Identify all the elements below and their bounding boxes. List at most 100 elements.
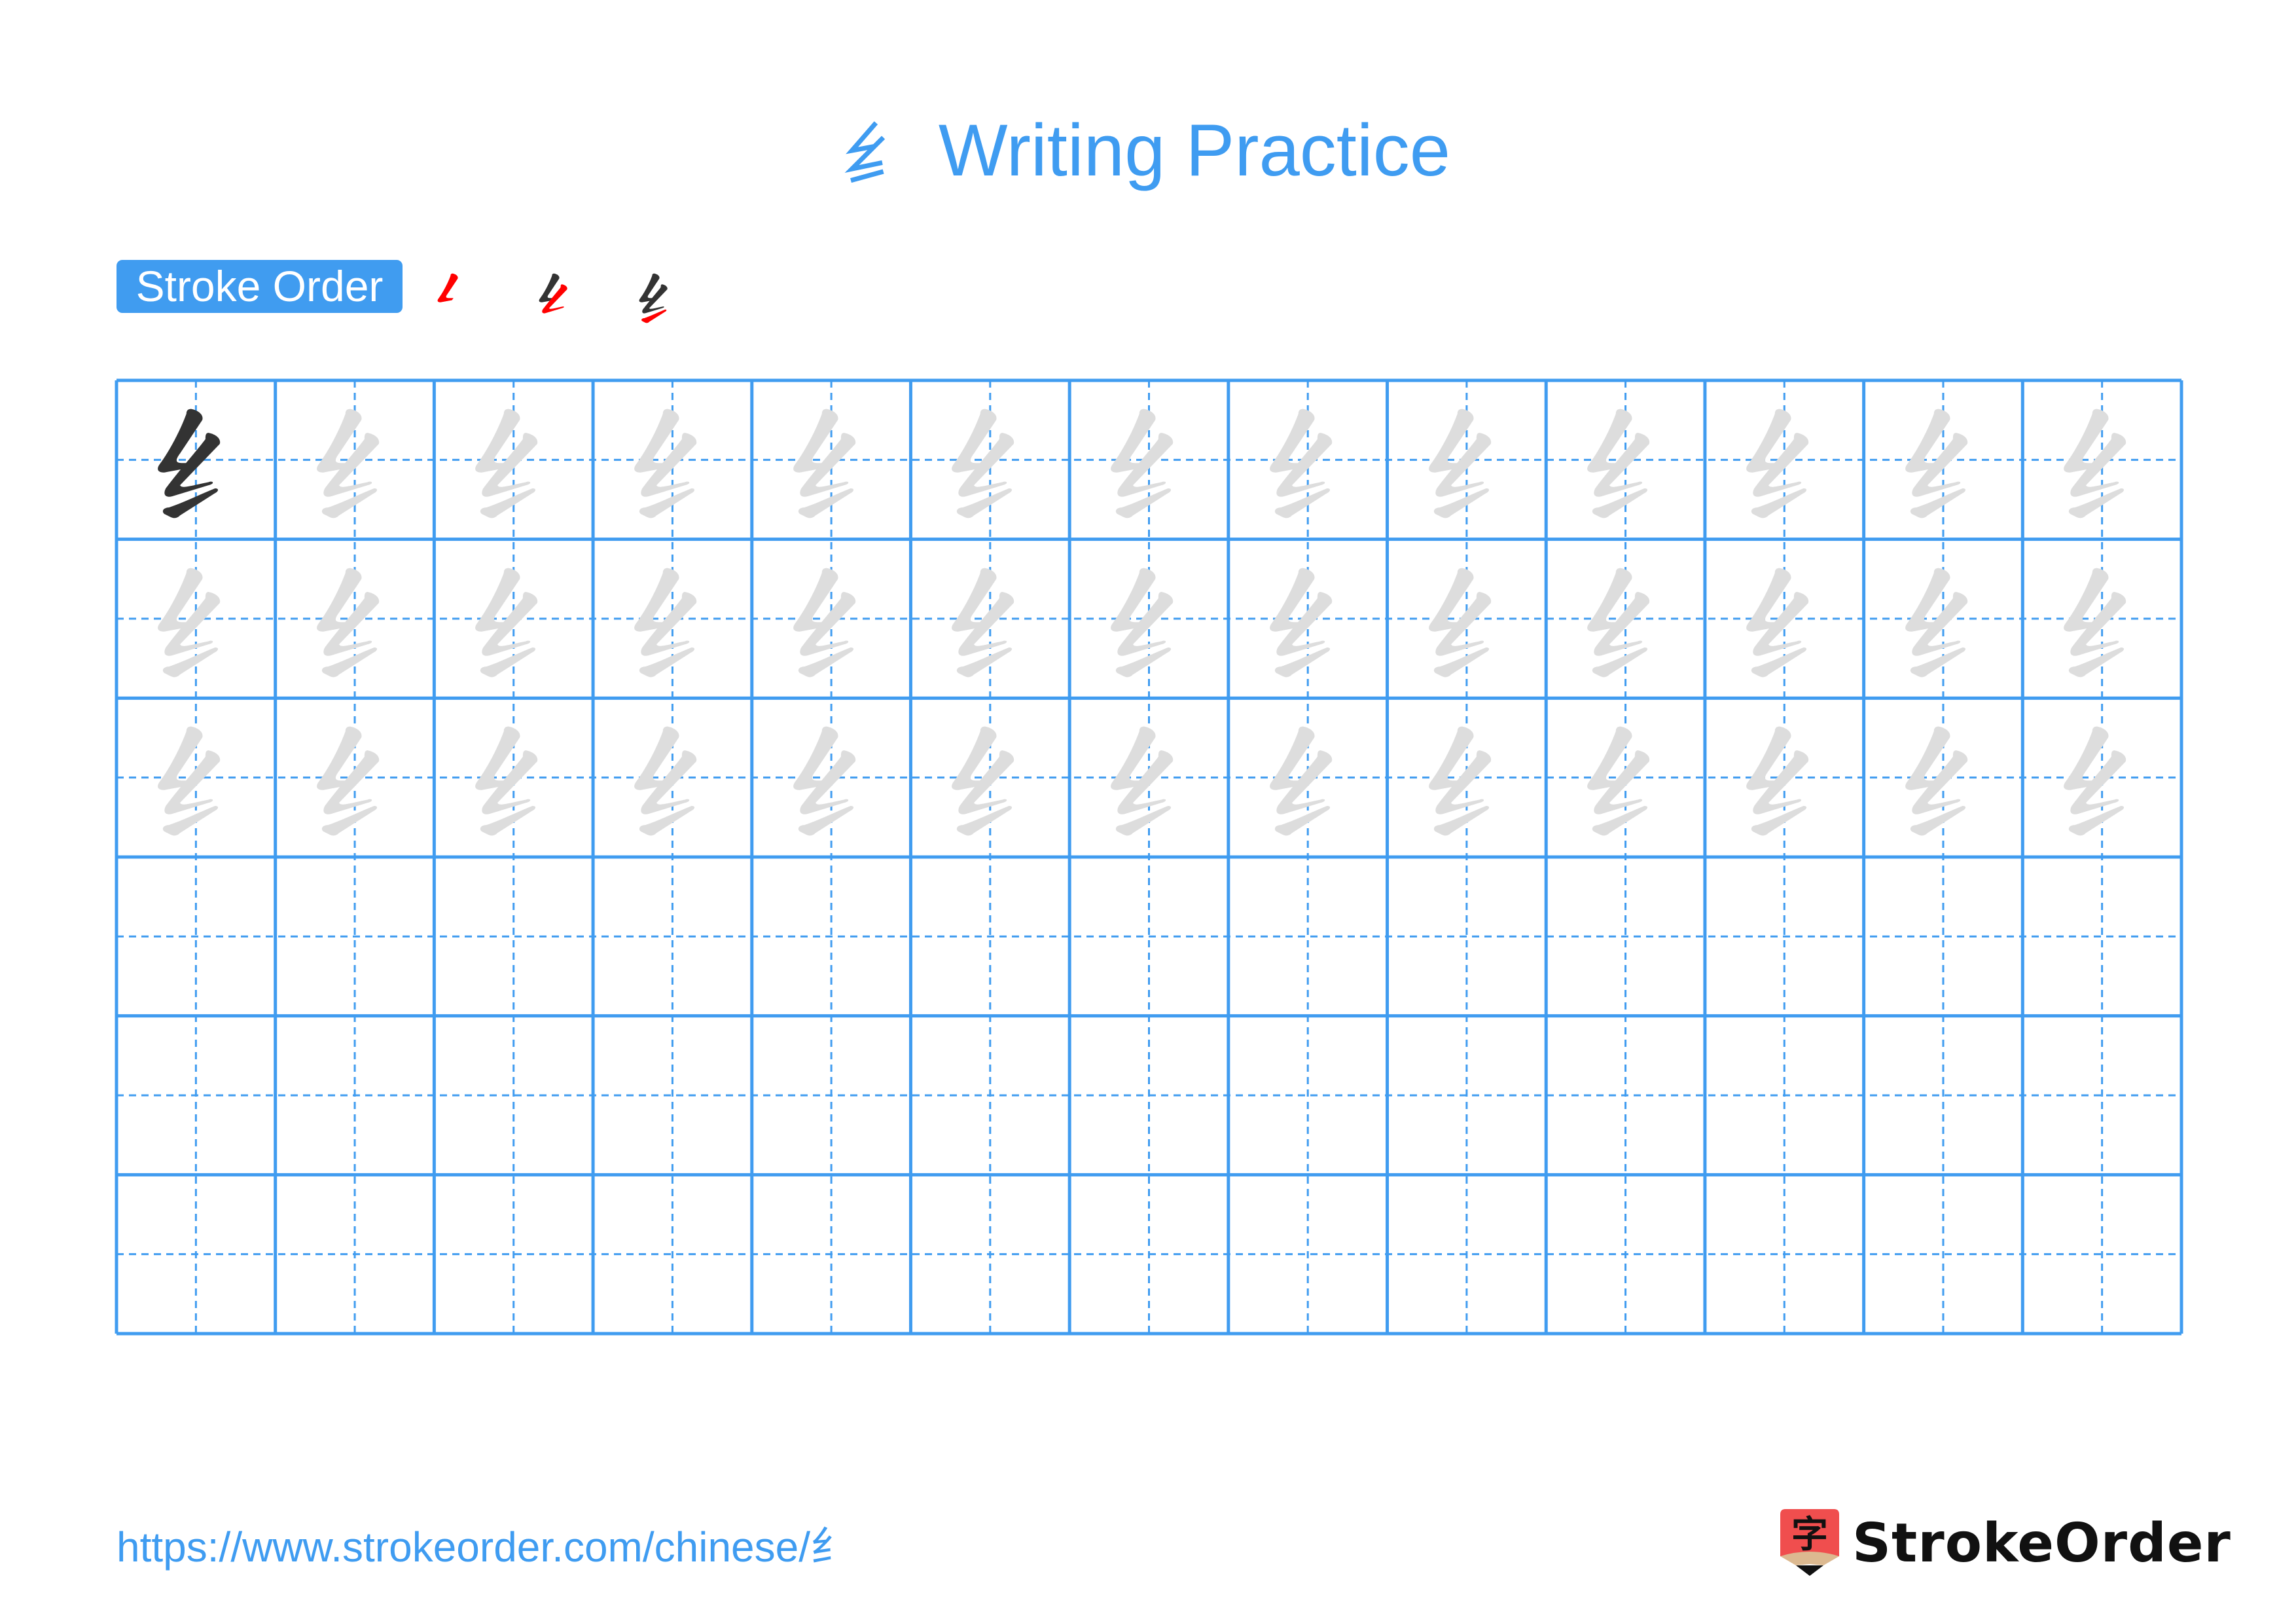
trace-character <box>952 727 1014 836</box>
practice-cell[interactable] <box>1705 539 1864 699</box>
trace-character <box>1428 568 1491 677</box>
practice-cell[interactable] <box>752 1175 911 1334</box>
practice-cell[interactable] <box>910 698 1069 857</box>
practice-cell[interactable] <box>1388 1016 1547 1175</box>
trace-character <box>475 727 538 836</box>
footer-url-link[interactable]: https://www.strokeorder.com/chinese/纟 <box>117 1518 852 1577</box>
practice-cell[interactable] <box>117 380 276 539</box>
practice-cell[interactable] <box>276 857 435 1016</box>
trace-character <box>1111 568 1174 677</box>
practice-cell[interactable] <box>117 857 276 1016</box>
practice-cell[interactable] <box>1388 539 1547 699</box>
practice-cell[interactable] <box>752 1016 911 1175</box>
practice-cell[interactable] <box>1069 1175 1229 1334</box>
practice-cell[interactable] <box>2022 539 2181 699</box>
practice-cell[interactable] <box>1705 857 1864 1016</box>
practice-cell[interactable] <box>593 539 752 699</box>
practice-cell[interactable] <box>1546 1175 1705 1334</box>
practice-cell[interactable] <box>593 380 752 539</box>
practice-cell[interactable] <box>1069 698 1229 857</box>
practice-cell[interactable] <box>1705 380 1864 539</box>
practice-cell[interactable] <box>1864 1175 2023 1334</box>
practice-cell[interactable] <box>1229 857 1388 1016</box>
practice-cell[interactable] <box>2022 698 2181 857</box>
practice-cell[interactable] <box>1229 380 1388 539</box>
practice-cell[interactable] <box>1229 539 1388 699</box>
practice-cell[interactable] <box>276 1016 435 1175</box>
trace-character <box>2064 409 2126 519</box>
practice-cell[interactable] <box>752 698 911 857</box>
practice-cell[interactable] <box>593 1175 752 1334</box>
practice-cell[interactable] <box>1229 698 1388 857</box>
trace-character <box>158 727 221 836</box>
stroke-step-1-glyph <box>437 273 458 302</box>
practice-cell[interactable] <box>1864 539 2023 699</box>
practice-cell[interactable] <box>1388 857 1547 1016</box>
practice-cell[interactable] <box>593 857 752 1016</box>
practice-cell[interactable] <box>752 380 911 539</box>
practice-cell[interactable] <box>1546 539 1705 699</box>
practice-grid <box>115 378 2183 1336</box>
trace-character <box>316 727 379 836</box>
practice-cell[interactable] <box>1229 1175 1388 1334</box>
practice-cell[interactable] <box>910 857 1069 1016</box>
practice-cell[interactable] <box>2022 1175 2181 1334</box>
trace-character <box>793 568 855 677</box>
practice-cell[interactable] <box>276 539 435 699</box>
practice-cell[interactable] <box>1069 380 1229 539</box>
practice-cell[interactable] <box>1705 1016 1864 1175</box>
practice-cell[interactable] <box>1546 857 1705 1016</box>
practice-cell[interactable] <box>434 857 593 1016</box>
practice-cell[interactable] <box>276 380 435 539</box>
practice-cell[interactable] <box>910 1175 1069 1334</box>
practice-cell[interactable] <box>276 1175 435 1334</box>
practice-cell[interactable] <box>1864 857 2023 1016</box>
stroke-step-2 <box>520 261 592 333</box>
practice-cell[interactable] <box>1705 698 1864 857</box>
practice-cell[interactable] <box>1229 1016 1388 1175</box>
trace-character <box>952 409 1014 519</box>
practice-cell[interactable] <box>276 698 435 857</box>
practice-cell[interactable] <box>1864 698 2023 857</box>
practice-cell[interactable] <box>2022 1016 2181 1175</box>
practice-cell[interactable] <box>910 1016 1069 1175</box>
practice-cell[interactable] <box>434 1175 593 1334</box>
practice-cell[interactable] <box>434 380 593 539</box>
practice-cell[interactable] <box>117 1016 276 1175</box>
practice-cell[interactable] <box>2022 857 2181 1016</box>
practice-cell[interactable] <box>593 698 752 857</box>
practice-cell[interactable] <box>752 539 911 699</box>
practice-cell[interactable] <box>117 1175 276 1334</box>
trace-character <box>634 727 697 836</box>
practice-cell[interactable] <box>1864 380 2023 539</box>
practice-cell[interactable] <box>1388 1175 1547 1334</box>
practice-cell[interactable] <box>593 1016 752 1175</box>
practice-cell[interactable] <box>1705 1175 1864 1334</box>
practice-cell[interactable] <box>434 1016 593 1175</box>
trace-character <box>1111 409 1174 519</box>
practice-cell[interactable] <box>1069 539 1229 699</box>
practice-cell[interactable] <box>117 539 276 699</box>
practice-cell[interactable] <box>1546 698 1705 857</box>
practice-cell[interactable] <box>1069 857 1229 1016</box>
practice-cell[interactable] <box>1388 698 1547 857</box>
practice-cell[interactable] <box>752 857 911 1016</box>
practice-cell[interactable] <box>434 698 593 857</box>
practice-cell[interactable] <box>1388 380 1547 539</box>
practice-cell[interactable] <box>2022 380 2181 539</box>
trace-character <box>1905 727 1967 836</box>
strokeorder-logo[interactable]: 字 StrokeOrder <box>1780 1507 2231 1579</box>
practice-cell[interactable] <box>434 539 593 699</box>
practice-cell[interactable] <box>1546 380 1705 539</box>
practice-cell[interactable] <box>1546 1016 1705 1175</box>
step-1-stroke-1 <box>437 273 458 302</box>
trace-character <box>1746 568 1809 677</box>
title-character-icon <box>844 103 898 183</box>
practice-cell[interactable] <box>910 539 1069 699</box>
practice-cell[interactable] <box>1069 1016 1229 1175</box>
page-title: Writing Practice <box>0 98 2296 203</box>
practice-cell[interactable] <box>1864 1016 2023 1175</box>
practice-cell[interactable] <box>910 380 1069 539</box>
practice-cell[interactable] <box>117 698 276 857</box>
trace-character <box>475 568 538 677</box>
